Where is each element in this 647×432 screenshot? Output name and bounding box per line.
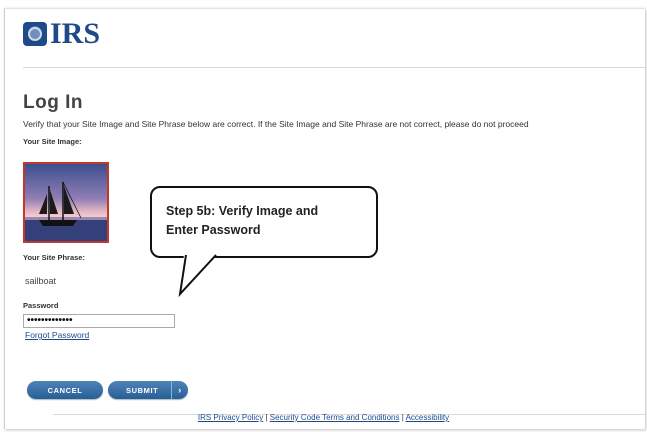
callout-bubble: Step 5b: Verify Image and Enter Password [150, 186, 378, 258]
submit-button-label: SUBMIT [126, 385, 159, 395]
footer-links: IRS Privacy Policy | Security Code Terms… [0, 413, 647, 422]
site-image-label: Your Site Image: [23, 137, 82, 146]
forgot-password-link[interactable]: Forgot Password [25, 330, 89, 340]
footer-separator: | [401, 413, 404, 422]
cancel-button[interactable]: CANCEL [27, 381, 103, 399]
footer-separator: | [265, 413, 268, 422]
site-phrase: sailboat [25, 276, 57, 286]
accessibility-link[interactable]: Accessibility [406, 413, 450, 422]
chevron-right-icon: › [171, 381, 188, 399]
logo-text: IRS [50, 17, 101, 50]
irs-seal-icon [23, 22, 47, 46]
sailboat-image [25, 164, 107, 241]
page-title: Log In [23, 92, 83, 113]
callout-text: Step 5b: Verify Image and Enter Password [166, 202, 371, 240]
site-image [23, 162, 109, 243]
callout-pointer [178, 254, 218, 298]
callout-line-2: Enter Password [166, 223, 261, 237]
callout-line-1: Step 5b: Verify Image and [166, 204, 319, 218]
header-divider [23, 67, 645, 68]
verify-instructions: Verify that your Site Image and Site Phr… [23, 119, 529, 129]
privacy-policy-link[interactable]: IRS Privacy Policy [198, 413, 263, 422]
submit-button[interactable]: SUBMIT › [108, 381, 188, 399]
password-label: Password [23, 301, 59, 310]
irs-logo[interactable]: IRS [23, 19, 100, 49]
site-phrase-label: Your Site Phrase: [23, 253, 85, 262]
password-field[interactable]: ••••••••••••• [23, 314, 175, 328]
security-terms-link[interactable]: Security Code Terms and Conditions [270, 413, 400, 422]
cancel-button-label: CANCEL [47, 385, 83, 395]
